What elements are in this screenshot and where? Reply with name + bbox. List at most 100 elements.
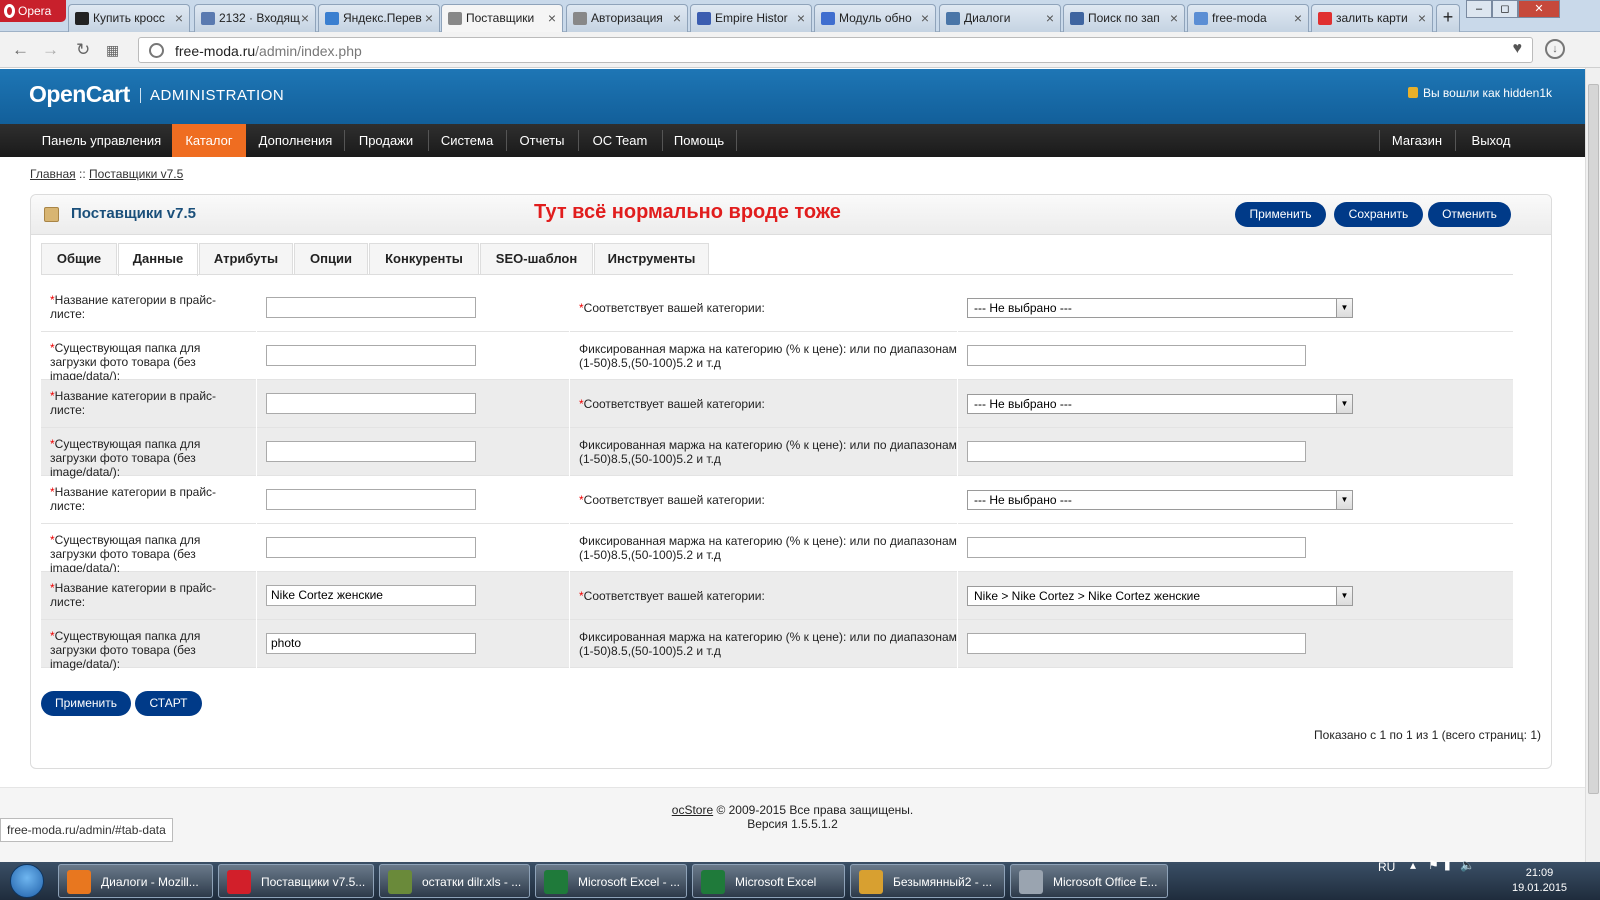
new-tab-button[interactable]: + bbox=[1436, 4, 1460, 32]
browser-tab[interactable]: Поиск по зап × bbox=[1063, 4, 1185, 32]
apply-bottom-button[interactable]: Применить bbox=[41, 691, 131, 716]
dropdown-arrow-icon[interactable]: ▼ bbox=[1336, 299, 1352, 317]
volume-icon[interactable]: 🔈 bbox=[1460, 858, 1475, 872]
back-arrow-icon[interactable]: ← bbox=[12, 40, 29, 60]
photo-folder-input[interactable] bbox=[266, 537, 476, 558]
show-hidden-icons-icon[interactable]: ▴ bbox=[1410, 858, 1416, 872]
tab-close-icon[interactable]: × bbox=[548, 5, 556, 31]
menu-sales[interactable]: Продажи bbox=[344, 124, 428, 157]
dropdown-arrow-icon[interactable]: ▼ bbox=[1336, 587, 1352, 605]
browser-tab[interactable]: Купить кросс × bbox=[68, 4, 190, 32]
menu-store[interactable]: Магазин bbox=[1379, 124, 1455, 157]
browser-tab[interactable]: Диалоги × bbox=[939, 4, 1061, 32]
network-icon[interactable]: ▮ bbox=[1444, 858, 1451, 872]
opera-menu-button[interactable]: Opera bbox=[0, 0, 66, 22]
photo-folder-input[interactable]: photo bbox=[266, 633, 476, 654]
menu-catalog[interactable]: Каталог bbox=[172, 124, 246, 157]
opencart-logo[interactable]: OpenCart bbox=[29, 81, 130, 108]
dropdown-arrow-icon[interactable]: ▼ bbox=[1336, 491, 1352, 509]
tab-competitors[interactable]: Конкуренты bbox=[369, 243, 479, 275]
tab-options[interactable]: Опции bbox=[294, 243, 368, 275]
taskbar-window-button[interactable]: Microsoft Office E... bbox=[1010, 864, 1168, 898]
breadcrumb-home[interactable]: Главная bbox=[30, 167, 76, 181]
scrollbar-thumb[interactable] bbox=[1588, 84, 1599, 794]
apply-button[interactable]: Применить bbox=[1235, 202, 1326, 227]
browser-tab[interactable]: Яндекс.Перев × bbox=[318, 4, 440, 32]
tab-general[interactable]: Общие bbox=[41, 243, 117, 275]
forward-arrow-icon[interactable]: → bbox=[42, 40, 59, 60]
maximize-button[interactable]: ◻ bbox=[1492, 0, 1518, 18]
minimize-button[interactable]: – bbox=[1466, 0, 1492, 18]
category-select[interactable]: --- Не выбрано --- ▼ bbox=[967, 298, 1353, 318]
site-info-icon[interactable] bbox=[149, 43, 164, 58]
tab-close-icon[interactable]: × bbox=[425, 5, 433, 31]
category-select[interactable]: --- Не выбрано --- ▼ bbox=[967, 490, 1353, 510]
menu-system[interactable]: Система bbox=[428, 124, 506, 157]
tab-close-icon[interactable]: × bbox=[921, 5, 929, 31]
taskbar-window-button[interactable]: Безымянный2 - ... bbox=[850, 864, 1005, 898]
category-name-input[interactable]: Nike Cortez женские bbox=[266, 585, 476, 606]
url-input[interactable]: free-moda.ru/admin/index.php ♥ bbox=[138, 37, 1533, 63]
tab-tools[interactable]: Инструменты bbox=[594, 243, 709, 275]
menu-help[interactable]: Помощь bbox=[662, 124, 736, 157]
margin-input[interactable] bbox=[967, 345, 1306, 366]
cancel-button[interactable]: Отменить bbox=[1428, 202, 1511, 227]
taskbar-window-button[interactable]: Microsoft Excel - ... bbox=[535, 864, 687, 898]
browser-tab[interactable]: Empire Histor × bbox=[690, 4, 812, 32]
tab-seo-template[interactable]: SEO-шаблон bbox=[480, 243, 593, 275]
margin-input[interactable] bbox=[967, 537, 1306, 558]
system-clock[interactable]: 21:09 19.01.2015 bbox=[1512, 866, 1567, 896]
dropdown-arrow-icon[interactable]: ▼ bbox=[1336, 395, 1352, 413]
tab-close-icon[interactable]: × bbox=[175, 5, 183, 31]
margin-input[interactable] bbox=[967, 633, 1306, 654]
bookmark-heart-icon[interactable]: ♥ bbox=[1513, 40, 1523, 58]
browser-tab[interactable]: залить карти × bbox=[1311, 4, 1433, 32]
breadcrumb-current[interactable]: Поставщики v7.5 bbox=[89, 167, 183, 181]
menu-logout[interactable]: Выход bbox=[1455, 124, 1527, 157]
browser-tab[interactable]: 2132 · Входящ × bbox=[194, 4, 316, 32]
photo-folder-input[interactable] bbox=[266, 345, 476, 366]
tab-close-icon[interactable]: × bbox=[301, 5, 309, 31]
module-box-icon bbox=[44, 207, 59, 222]
close-window-button[interactable]: ✕ bbox=[1518, 0, 1560, 18]
browser-tab[interactable]: Модуль обно × bbox=[814, 4, 936, 32]
start-button-orb[interactable] bbox=[4, 862, 52, 900]
taskbar-window-button[interactable]: остатки dilr.xls - ... bbox=[379, 864, 530, 898]
app-icon bbox=[227, 870, 251, 894]
tab-close-icon[interactable]: × bbox=[1046, 5, 1054, 31]
menu-dashboard[interactable]: Панель управления bbox=[31, 124, 172, 157]
menu-extensions[interactable]: Дополнения bbox=[247, 124, 344, 157]
taskbar-window-button[interactable]: Поставщики v7.5... bbox=[218, 864, 374, 898]
browser-tab[interactable]: Авторизация × bbox=[566, 4, 688, 32]
category-select[interactable]: --- Не выбрано --- ▼ bbox=[967, 394, 1353, 414]
tab-data[interactable]: Данные bbox=[118, 243, 198, 276]
tab-close-icon[interactable]: × bbox=[797, 5, 805, 31]
tab-close-icon[interactable]: × bbox=[673, 5, 681, 31]
menu-reports[interactable]: Отчеты bbox=[506, 124, 578, 157]
category-name-input[interactable] bbox=[266, 393, 476, 414]
browser-tab[interactable]: Поставщики × bbox=[441, 4, 563, 33]
page-scrollbar[interactable] bbox=[1585, 68, 1600, 862]
category-name-input[interactable] bbox=[266, 297, 476, 318]
tab-attributes[interactable]: Атрибуты bbox=[199, 243, 293, 275]
downloads-icon[interactable]: ↓ bbox=[1545, 39, 1565, 59]
speed-dial-icon[interactable]: ▦ bbox=[106, 42, 119, 59]
browser-tab[interactable]: free-moda × bbox=[1187, 4, 1309, 32]
taskbar-window-button[interactable]: Диалоги - Mozill... bbox=[58, 864, 213, 898]
tab-close-icon[interactable]: × bbox=[1294, 5, 1302, 31]
ocstore-link[interactable]: ocStore bbox=[672, 803, 713, 817]
category-name-input[interactable] bbox=[266, 489, 476, 510]
category-select[interactable]: Nike > Nike Cortez > Nike Cortez женские… bbox=[967, 586, 1353, 606]
photo-folder-input[interactable] bbox=[266, 441, 476, 462]
tab-favicon-icon bbox=[1318, 12, 1332, 25]
language-indicator[interactable]: RU bbox=[1378, 860, 1395, 874]
start-button[interactable]: СТАРТ bbox=[135, 691, 202, 716]
taskbar-window-button[interactable]: Microsoft Excel bbox=[692, 864, 845, 898]
action-center-flag-icon[interactable]: ⚑ bbox=[1428, 858, 1439, 872]
tab-close-icon[interactable]: × bbox=[1418, 5, 1426, 31]
save-button[interactable]: Сохранить bbox=[1334, 202, 1423, 227]
margin-input[interactable] bbox=[967, 441, 1306, 462]
reload-icon[interactable]: ↻ bbox=[76, 40, 90, 60]
menu-oc-team[interactable]: OC Team bbox=[578, 124, 662, 157]
tab-close-icon[interactable]: × bbox=[1170, 5, 1178, 31]
